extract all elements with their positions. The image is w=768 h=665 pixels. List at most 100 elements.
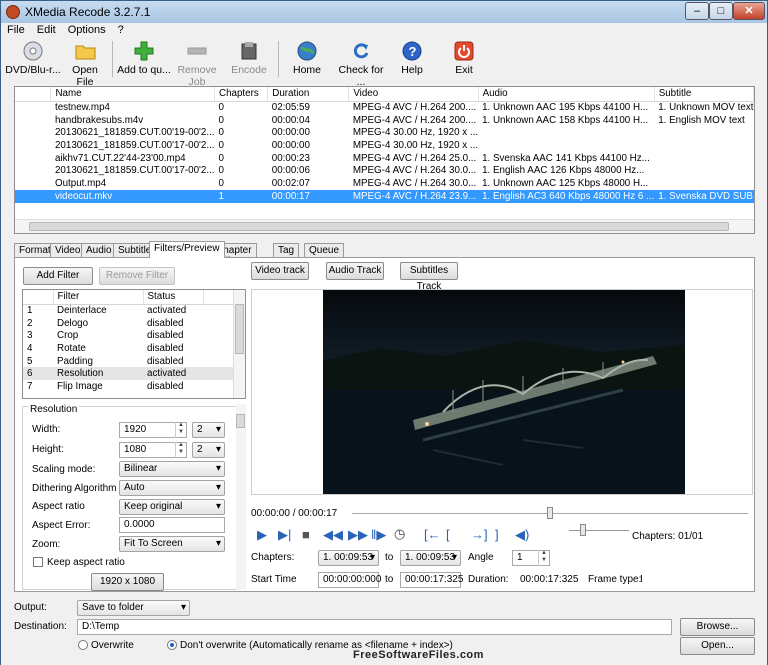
col-audio[interactable]: Audio: [478, 87, 655, 102]
filter-col-name[interactable]: Filter: [53, 290, 144, 305]
volume-icon[interactable]: ◀): [515, 527, 529, 543]
filter-list-scrollbar[interactable]: [233, 290, 245, 398]
overwrite-radio[interactable]: [78, 640, 88, 650]
table-row[interactable]: testnew.mp4 0 02:05:59 MPEG-4 AVC / H.264 2…: [15, 101, 754, 114]
zoom-select[interactable]: Fit To Screen: [119, 536, 225, 552]
fast-forward-icon[interactable]: ▶▶: [348, 527, 368, 543]
table-row[interactable]: aikhv71.CUT.22'44-23'00.mp4 0 00:00:23 MPEG…: [15, 152, 754, 165]
filter-row[interactable]: 1 Deinterlace activated: [23, 304, 234, 317]
col-video[interactable]: Video: [348, 87, 479, 102]
menu-edit[interactable]: Edit: [31, 23, 62, 36]
table-row[interactable]: videocut.mkv 1 00:00:17 MPEG-4 AVC / H.264 …: [15, 189, 754, 203]
check-updates-button[interactable]: Check for ...: [333, 39, 389, 88]
filter-row[interactable]: 5 Padding disabled: [23, 355, 234, 368]
table-row[interactable]: Output.mp4 0 00:02:07 MPEG-4 AVC / H.264 30…: [15, 177, 754, 190]
destination-input[interactable]: D:\Temp: [77, 619, 672, 635]
filter-row[interactable]: 3 Crop disabled: [23, 329, 234, 342]
tab-filters-preview[interactable]: Filters/Preview: [149, 241, 225, 258]
open-folder-button[interactable]: Open...: [680, 637, 755, 655]
video-preview[interactable]: [251, 289, 753, 495]
subtitles-track-button[interactable]: Subtitles Track: [400, 262, 458, 292]
home-button[interactable]: Home: [289, 39, 325, 79]
aspect-ratio-select[interactable]: Keep original: [119, 499, 225, 515]
col-check[interactable]: [15, 87, 52, 102]
horizontal-scrollbar[interactable]: [15, 219, 754, 233]
width-divisor-select[interactable]: 2: [192, 422, 225, 438]
table-row[interactable]: 20130621_181859.CUT.00'19-00'2... 0 00:00:…: [15, 126, 754, 139]
help-button[interactable]: ? Help: [397, 39, 427, 79]
maximize-button[interactable]: □: [709, 2, 733, 20]
add-filter-button[interactable]: Add Filter: [23, 267, 93, 285]
cut-end-icon[interactable]: ]: [495, 527, 499, 542]
filter-row[interactable]: 2 Delogo disabled: [23, 317, 234, 330]
width-spinner[interactable]: ▲ ▼: [175, 422, 186, 438]
stop-icon[interactable]: ■: [302, 527, 310, 542]
col-subtitle[interactable]: Subtitle: [654, 87, 755, 102]
output-mode-select[interactable]: Save to folder: [77, 600, 190, 616]
file-list[interactable]: Name Chapters Duration Video Audio Subti…: [14, 86, 755, 234]
seek-thumb[interactable]: [547, 507, 553, 519]
remove-filter-button[interactable]: Remove Filter: [99, 267, 175, 285]
subtitle-cell: [654, 177, 753, 190]
table-row[interactable]: handbrakesubs.m4v 0 00:00:04 MPEG-4 AVC / H…: [15, 114, 754, 127]
start-time-input[interactable]: 00:00:00:000: [318, 572, 381, 588]
mark-out-icon[interactable]: →]: [471, 527, 488, 542]
tab-audio[interactable]: Audio: [81, 243, 117, 258]
dithering-select[interactable]: Auto: [119, 480, 225, 496]
audio-track-button[interactable]: Audio Track: [326, 262, 384, 280]
dont-overwrite-radio[interactable]: [167, 640, 177, 650]
tab-queue[interactable]: Queue: [304, 243, 345, 258]
height-spinner[interactable]: ▲ ▼: [175, 442, 186, 458]
title-bar[interactable]: XMedia Recode 3.2.7.1 – □ ✕: [1, 1, 767, 23]
close-button[interactable]: ✕: [733, 2, 765, 20]
height-divisor-select[interactable]: 2: [192, 442, 225, 458]
exit-button[interactable]: Exit: [449, 39, 479, 79]
col-duration[interactable]: Duration: [267, 87, 350, 102]
cut-start-icon[interactable]: [←: [424, 527, 441, 542]
resolution-size-button[interactable]: 1920 x 1080: [91, 573, 164, 591]
col-name[interactable]: Name: [50, 87, 216, 102]
open-file-button[interactable]: Open File: [63, 39, 107, 88]
clock-icon[interactable]: ◷: [394, 526, 405, 542]
filter-blank-cell: [203, 355, 234, 368]
end-time-input[interactable]: 00:00:17:325: [400, 572, 463, 588]
encode-button[interactable]: Encode: [227, 39, 271, 79]
chapter-from-select[interactable]: 1. 00:09:53: [318, 550, 379, 566]
resolution-scrollbar[interactable]: [236, 404, 246, 590]
menu-options[interactable]: Options: [62, 23, 112, 36]
rewind-icon[interactable]: ◀◀: [323, 527, 343, 543]
scaling-mode-select[interactable]: Bilinear: [119, 461, 225, 477]
chapter-to-select[interactable]: 1. 00:09:53: [400, 550, 461, 566]
browse-button[interactable]: Browse...: [680, 618, 755, 636]
volume-slider[interactable]: [569, 530, 629, 531]
skip-end-icon[interactable]: ‖▶: [371, 527, 386, 543]
filter-col-status[interactable]: Status: [143, 290, 204, 305]
mark-in-icon[interactable]: [: [446, 527, 450, 542]
filter-list[interactable]: Filter Status 1 Deinterlace activated 2 Delo…: [22, 289, 246, 399]
start-time-label: Start Time: [251, 574, 297, 585]
play-icon[interactable]: ▶: [257, 527, 267, 543]
remove-job-button[interactable]: Remove Job: [171, 39, 223, 88]
add-to-queue-button[interactable]: Add to qu...: [117, 39, 171, 79]
scrollbar-thumb[interactable]: [236, 414, 245, 428]
volume-thumb[interactable]: [580, 524, 586, 536]
dvd-button[interactable]: DVD/Blu-r...: [5, 39, 61, 79]
table-row[interactable]: 20130621_181859.CUT.00'17-00'2... 0 00:00:…: [15, 139, 754, 152]
angle-spinner[interactable]: ▲ ▼: [538, 550, 549, 566]
col-chapters[interactable]: Chapters: [214, 87, 269, 102]
scrollbar-thumb[interactable]: [29, 222, 729, 231]
keep-aspect-checkbox[interactable]: [33, 557, 43, 567]
filter-row[interactable]: 7 Flip Image disabled: [23, 380, 234, 393]
next-frame-icon[interactable]: ▶|: [278, 527, 291, 543]
scrollbar-thumb[interactable]: [235, 304, 244, 354]
tab-tag[interactable]: Tag: [273, 243, 300, 258]
menu-file[interactable]: File: [1, 23, 31, 36]
video-track-button[interactable]: Video track: [251, 262, 309, 280]
filter-row[interactable]: 6 Resolution activated: [23, 367, 234, 381]
filter-row[interactable]: 4 Rotate disabled: [23, 342, 234, 355]
aspect-error-field[interactable]: 0.0000: [119, 517, 225, 533]
table-row[interactable]: 20130621_181859.CUT.00'17-00'2... 0 00:00:…: [15, 164, 754, 177]
add-to-queue-label: Add to qu...: [117, 64, 171, 76]
menu-help[interactable]: ?: [112, 23, 130, 36]
minimize-button[interactable]: –: [685, 2, 709, 20]
